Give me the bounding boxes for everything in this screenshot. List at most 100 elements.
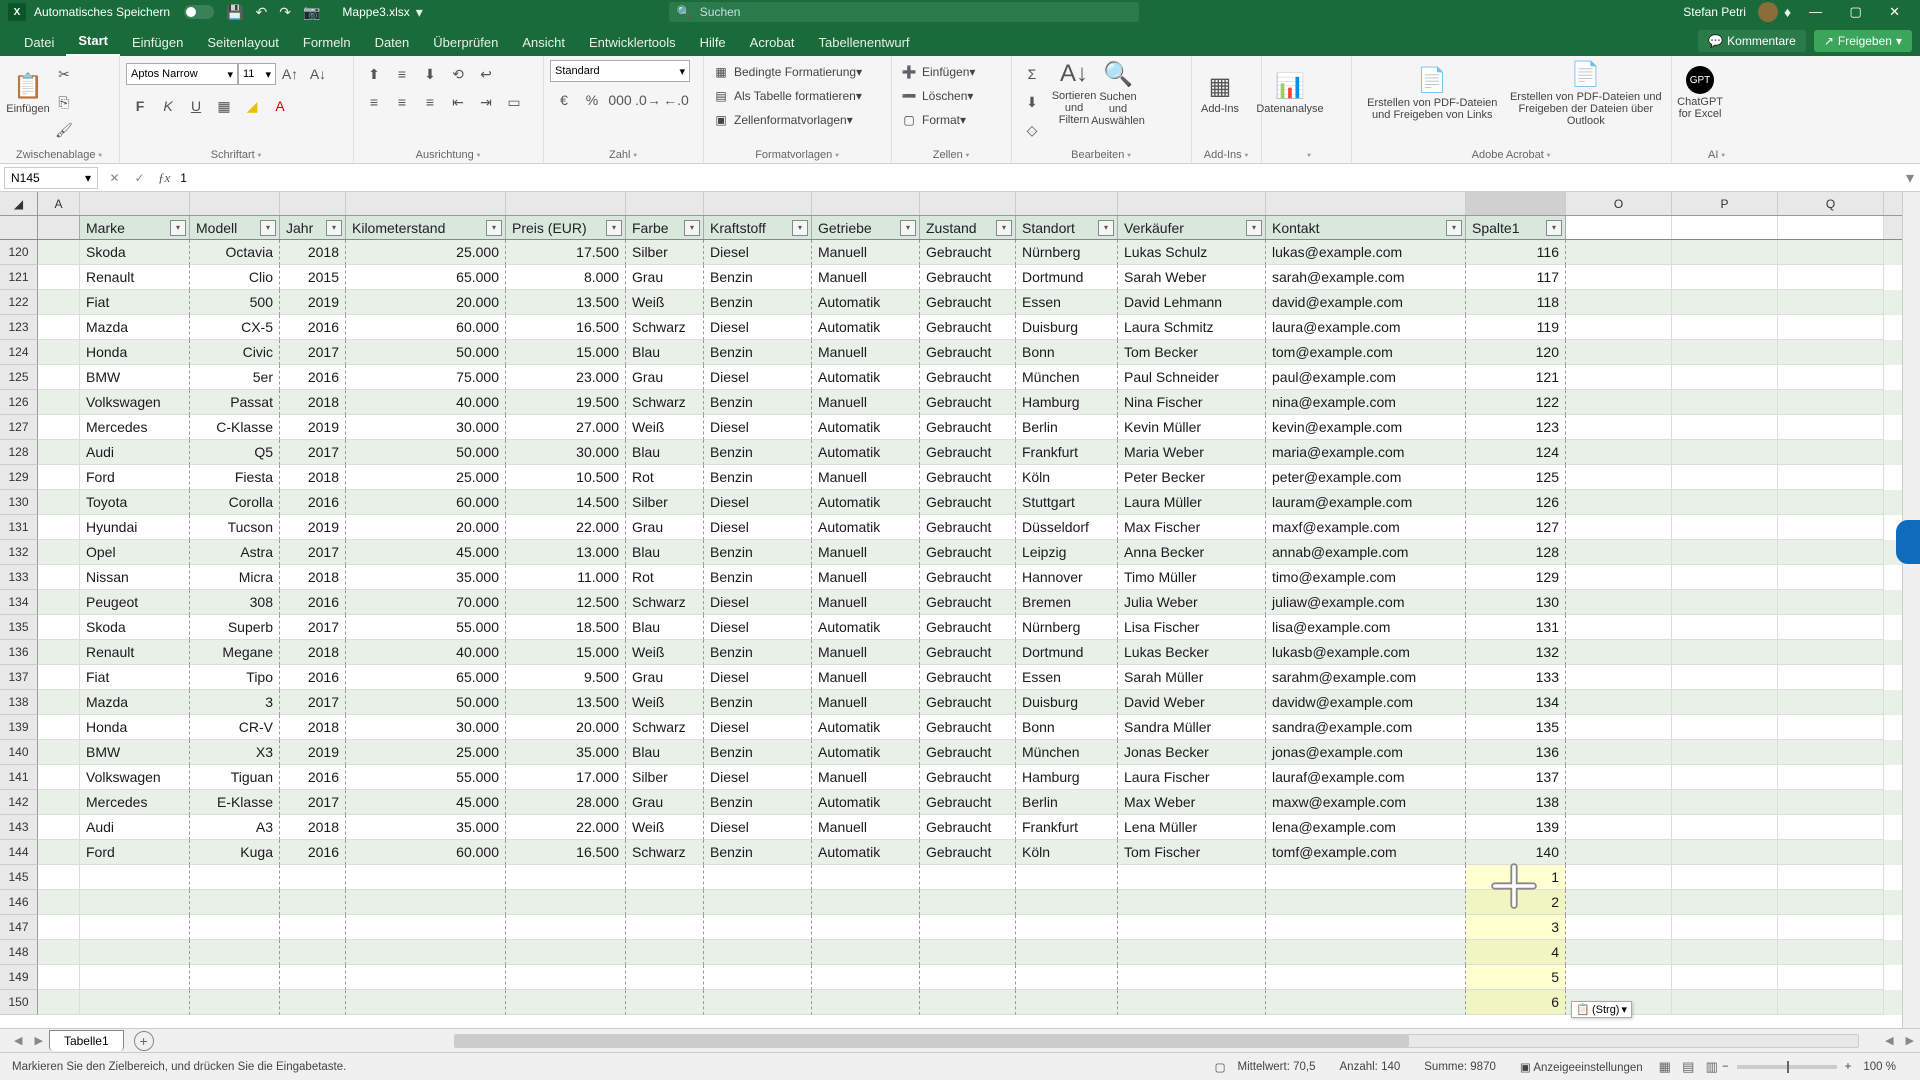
cell[interactable]: 40.000: [346, 640, 506, 665]
cell[interactable]: 30.000: [346, 715, 506, 740]
cell[interactable]: Manuell: [812, 640, 920, 665]
cell[interactable]: [1016, 990, 1118, 1015]
pdf-share-outlook-button[interactable]: 📄Erstellen von PDF-Dateien und Freigeben…: [1507, 60, 1665, 126]
cell[interactable]: Gebraucht: [920, 490, 1016, 515]
formula-input[interactable]: 1: [176, 171, 1900, 185]
cell[interactable]: annab@example.com: [1266, 540, 1466, 565]
cell[interactable]: Kuga: [190, 840, 280, 865]
cell[interactable]: David Weber: [1118, 690, 1266, 715]
cell[interactable]: Lisa Fischer: [1118, 615, 1266, 640]
cell[interactable]: Manuell: [812, 340, 920, 365]
cell[interactable]: 45.000: [346, 540, 506, 565]
cell[interactable]: [80, 865, 190, 890]
cell[interactable]: Paul Schneider: [1118, 365, 1266, 390]
cell[interactable]: 27.000: [506, 415, 626, 440]
tab-hilfe[interactable]: Hilfe: [688, 29, 738, 56]
cell[interactable]: Manuell: [812, 240, 920, 265]
cell[interactable]: [626, 890, 704, 915]
cell[interactable]: Audi: [80, 815, 190, 840]
cell[interactable]: [280, 890, 346, 915]
cell[interactable]: Grau: [626, 665, 704, 690]
cell[interactable]: Gebraucht: [920, 815, 1016, 840]
cell[interactable]: [626, 965, 704, 990]
row-header[interactable]: 124: [0, 340, 38, 365]
cell[interactable]: nina@example.com: [1266, 390, 1466, 415]
filename[interactable]: Mappe3.xlsx: [342, 5, 409, 19]
col-header-j[interactable]: [920, 192, 1016, 215]
cell[interactable]: Diesel: [704, 240, 812, 265]
cell[interactable]: Max Fischer: [1118, 515, 1266, 540]
cell[interactable]: Lukas Schulz: [1118, 240, 1266, 265]
row-header[interactable]: 146: [0, 890, 38, 915]
expand-formula-icon[interactable]: ▾: [1900, 168, 1920, 188]
addins-button[interactable]: ▦Add-Ins: [1198, 60, 1242, 126]
cell[interactable]: [506, 865, 626, 890]
cell[interactable]: [920, 865, 1016, 890]
cell[interactable]: Diesel: [704, 815, 812, 840]
cell[interactable]: maxw@example.com: [1266, 790, 1466, 815]
cell[interactable]: 3: [190, 690, 280, 715]
orientation-icon[interactable]: ⟲: [445, 61, 471, 87]
format-painter-icon[interactable]: 🖌: [51, 117, 77, 143]
row-header[interactable]: 123: [0, 315, 38, 340]
cell[interactable]: 128: [1466, 540, 1566, 565]
cell[interactable]: Weiß: [626, 690, 704, 715]
cell[interactable]: BMW: [80, 740, 190, 765]
cell[interactable]: [1266, 865, 1466, 890]
cell[interactable]: 18.500: [506, 615, 626, 640]
cell[interactable]: Schwarz: [626, 390, 704, 415]
comments-button[interactable]: 💬 Kommentare: [1698, 30, 1806, 52]
cell[interactable]: 25.000: [346, 740, 506, 765]
cell[interactable]: sarah@example.com: [1266, 265, 1466, 290]
cell[interactable]: [280, 940, 346, 965]
cell[interactable]: [1118, 915, 1266, 940]
cell[interactable]: 2018: [280, 465, 346, 490]
cell[interactable]: [280, 865, 346, 890]
cell[interactable]: 135: [1466, 715, 1566, 740]
row-header[interactable]: 138: [0, 690, 38, 715]
cell[interactable]: Silber: [626, 240, 704, 265]
cell[interactable]: 4: [1466, 940, 1566, 965]
cell[interactable]: [920, 915, 1016, 940]
filter-icon[interactable]: ▾: [170, 220, 186, 236]
vertical-scrollbar[interactable]: [1902, 192, 1920, 1028]
cell[interactable]: 2018: [280, 640, 346, 665]
cell[interactable]: 2018: [280, 815, 346, 840]
cell[interactable]: Megane: [190, 640, 280, 665]
row-header[interactable]: 127: [0, 415, 38, 440]
cell[interactable]: david@example.com: [1266, 290, 1466, 315]
cell[interactable]: [920, 940, 1016, 965]
cell[interactable]: Gebraucht: [920, 540, 1016, 565]
help-side-tab[interactable]: [1896, 520, 1920, 564]
wrap-text-icon[interactable]: ↩: [473, 61, 499, 87]
row-header[interactable]: 133: [0, 565, 38, 590]
autosum-icon[interactable]: Σ: [1019, 61, 1045, 87]
cell[interactable]: [190, 865, 280, 890]
align-left-icon[interactable]: ≡: [361, 89, 387, 115]
cell[interactable]: 2019: [280, 740, 346, 765]
cell[interactable]: Automatik: [812, 840, 920, 865]
row-header[interactable]: 134: [0, 590, 38, 615]
cell[interactable]: BMW: [80, 365, 190, 390]
cell[interactable]: Mercedes: [80, 790, 190, 815]
sheet-nav-prev-icon[interactable]: ◀: [14, 1034, 22, 1047]
cell[interactable]: [812, 965, 920, 990]
cell[interactable]: Sandra Müller: [1118, 715, 1266, 740]
col-header-c[interactable]: [190, 192, 280, 215]
cell[interactable]: 35.000: [346, 815, 506, 840]
cell[interactable]: [1266, 965, 1466, 990]
cell[interactable]: tomf@example.com: [1266, 840, 1466, 865]
tab-überprüfen[interactable]: Überprüfen: [421, 29, 510, 56]
cell[interactable]: [704, 915, 812, 940]
cell[interactable]: Diesel: [704, 765, 812, 790]
cell[interactable]: laura@example.com: [1266, 315, 1466, 340]
cell[interactable]: Maria Weber: [1118, 440, 1266, 465]
col-header-l[interactable]: [1118, 192, 1266, 215]
cell[interactable]: 118: [1466, 290, 1566, 315]
cell[interactable]: Grau: [626, 790, 704, 815]
filter-icon[interactable]: ▾: [684, 220, 700, 236]
filter-icon[interactable]: ▾: [900, 220, 916, 236]
cell[interactable]: Octavia: [190, 240, 280, 265]
cell[interactable]: Benzin: [704, 290, 812, 315]
cell[interactable]: 11.000: [506, 565, 626, 590]
